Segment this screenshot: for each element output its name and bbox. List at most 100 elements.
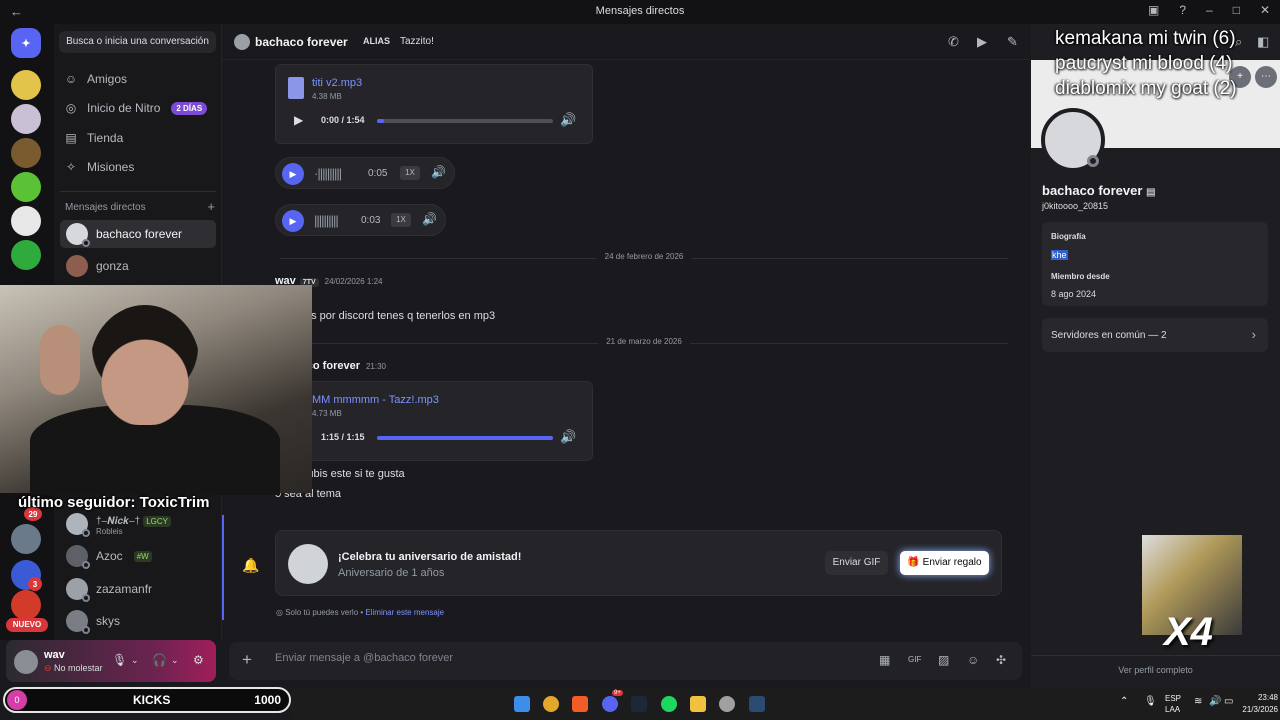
chevron-down-icon[interactable]: ⌄ [171, 655, 179, 666]
send-gif-button[interactable]: Enviar GIF [825, 551, 888, 575]
nav-quests[interactable]: ✧ Misiones [64, 155, 214, 179]
nav-friends[interactable]: ☺ Amigos [64, 67, 214, 91]
nav-shop[interactable]: ▤ Tienda [64, 126, 214, 150]
mention-badge: 3 [28, 577, 42, 591]
dm-item[interactable]: bachaco forever [60, 220, 216, 248]
volume-icon[interactable]: 🔊 [560, 429, 576, 445]
waveform-icon[interactable]: |||||||||| [314, 213, 339, 228]
windows-start-icon[interactable] [514, 696, 530, 712]
volume-icon[interactable]: 🔊 [431, 165, 446, 179]
video-icon[interactable]: ▶ [977, 34, 987, 50]
mutual-servers-row[interactable]: Servidores en común — 2 › [1042, 318, 1268, 352]
speed-button[interactable]: 1X [391, 213, 411, 227]
file-explorer-icon[interactable] [690, 696, 706, 712]
anniversary-title: ¡Celebra tu aniversario de amistad! [338, 551, 522, 563]
leaderboard-entry: diablomix my goat (2) [1055, 78, 1237, 99]
avatar[interactable] [14, 650, 38, 674]
leaderboard-overlay: kemakana mi twin (6) paucryst mi blood (… [1055, 26, 1280, 101]
send-gift-button[interactable]: 🎁 Enviar regalo [900, 551, 989, 575]
volume-icon[interactable]: 🔊 [422, 212, 437, 226]
discord-icon[interactable] [602, 696, 618, 712]
call-icon[interactable]: ✆ [948, 34, 959, 50]
clock-time[interactable]: 23:48 [1236, 693, 1278, 702]
emoji-icon[interactable]: ☺ [967, 653, 979, 667]
add-dm-icon[interactable]: + [207, 200, 215, 213]
microphone-icon[interactable]: 🎙 [112, 653, 127, 667]
guild-tag: #W [133, 550, 152, 562]
server-icon[interactable] [11, 240, 41, 270]
app-icon[interactable] [719, 696, 735, 712]
dm-item[interactable]: skys [60, 607, 216, 635]
inbox-icon[interactable]: ▣ [1148, 3, 1159, 17]
steam-icon[interactable] [749, 696, 765, 712]
voice-time: 0:03 [361, 215, 381, 226]
server-icon[interactable] [11, 70, 41, 100]
server-icon[interactable] [11, 172, 41, 202]
gif-icon[interactable]: GIF [908, 655, 921, 664]
close-icon[interactable]: ✕ [1260, 3, 1270, 17]
dm-item[interactable]: Azoc #W [60, 542, 216, 570]
nitro-days-badge: 2 DÍAS [171, 101, 208, 115]
tray-chevron-icon[interactable]: ⌃ [1120, 696, 1128, 707]
sticker-icon[interactable]: ▨ [938, 653, 949, 667]
clock-date[interactable]: 21/3/2026 [1228, 705, 1278, 714]
user-status: ⊖ No molestar [44, 663, 103, 674]
status-indicator [82, 626, 90, 634]
dm-activity: Robleis [96, 526, 123, 536]
volume-icon[interactable]: 🔊 [1209, 696, 1221, 707]
server-icon[interactable] [11, 138, 41, 168]
spotify-icon[interactable] [661, 696, 677, 712]
dm-item[interactable]: zazamanfr [60, 575, 216, 603]
anniversary-card: ¡Celebra tu aniversario de amistad! Aniv… [275, 530, 1002, 596]
pin-icon[interactable]: ✎ [1007, 34, 1018, 50]
brave-icon[interactable] [572, 696, 588, 712]
server-icon[interactable] [11, 524, 41, 554]
profile-username: j0kitoooo_20815 [1042, 201, 1109, 211]
chrome-icon[interactable] [543, 696, 559, 712]
dm-item[interactable]: †–𝑵𝒊𝒄𝒌–† LGCY Robleis [60, 510, 216, 538]
apps-icon[interactable]: ✣ [996, 653, 1006, 667]
audio-progress[interactable] [377, 436, 553, 440]
file-name[interactable]: MM mmmmm - Tazz!.mp3 [312, 394, 439, 406]
gift-icon[interactable]: ▦ [879, 653, 890, 667]
delete-message-link[interactable]: Eliminar este mensaje [365, 608, 444, 617]
nav-label: Tienda [87, 131, 124, 145]
add-attachment-icon[interactable]: + [242, 650, 252, 670]
gear-icon[interactable]: ⚙ [193, 653, 204, 667]
waveform-icon[interactable]: ·|||||||||| [314, 166, 342, 181]
help-icon[interactable]: ? [1179, 3, 1186, 17]
server-icon[interactable] [11, 206, 41, 236]
only-you-text: Solo tú puedes verlo • [285, 608, 366, 617]
notes-icon[interactable]: ▤ [1146, 187, 1155, 198]
server-icon[interactable] [11, 104, 41, 134]
file-size: 4.38 MB [312, 92, 342, 101]
minimize-icon[interactable]: – [1206, 3, 1213, 17]
maximize-icon[interactable]: □ [1233, 3, 1240, 17]
avatar [66, 513, 90, 537]
play-icon[interactable]: ▶ [282, 163, 304, 185]
microphone-icon[interactable]: 🎙 [1144, 696, 1157, 707]
file-name[interactable]: titi v2.mp3 [312, 77, 362, 89]
discord-home-icon[interactable]: ✦ [11, 28, 41, 58]
speed-button[interactable]: 1X [400, 166, 420, 180]
wifi-icon[interactable]: ≋ [1194, 696, 1202, 707]
language-indicator[interactable]: ESP [1165, 694, 1181, 703]
volume-icon[interactable]: 🔊 [560, 112, 576, 128]
view-full-profile-link[interactable]: Ver perfil completo [1031, 665, 1280, 675]
headphones-icon[interactable]: 🎧 [152, 653, 167, 667]
status-indicator [82, 239, 90, 247]
play-icon[interactable]: ▶ [282, 210, 304, 232]
message-input[interactable] [275, 652, 795, 664]
dm-item[interactable]: gonza [60, 252, 216, 280]
date-label: 24 de febrero de 2026 [596, 252, 692, 261]
search-button[interactable]: Busca o inicia una conversación [59, 31, 216, 53]
play-icon[interactable]: ▶ [294, 113, 303, 127]
divider [1031, 655, 1280, 656]
nav-nitro[interactable]: ◎ Inicio de Nitro 2 DÍAS [64, 96, 214, 120]
multiplier-overlay: X4 [1164, 610, 1213, 654]
language-indicator[interactable]: LAA [1165, 705, 1180, 714]
steam-icon[interactable] [631, 696, 647, 712]
bio-label: Biografía [1051, 232, 1086, 241]
chevron-down-icon[interactable]: ⌄ [131, 655, 139, 666]
audio-progress[interactable] [377, 119, 553, 123]
